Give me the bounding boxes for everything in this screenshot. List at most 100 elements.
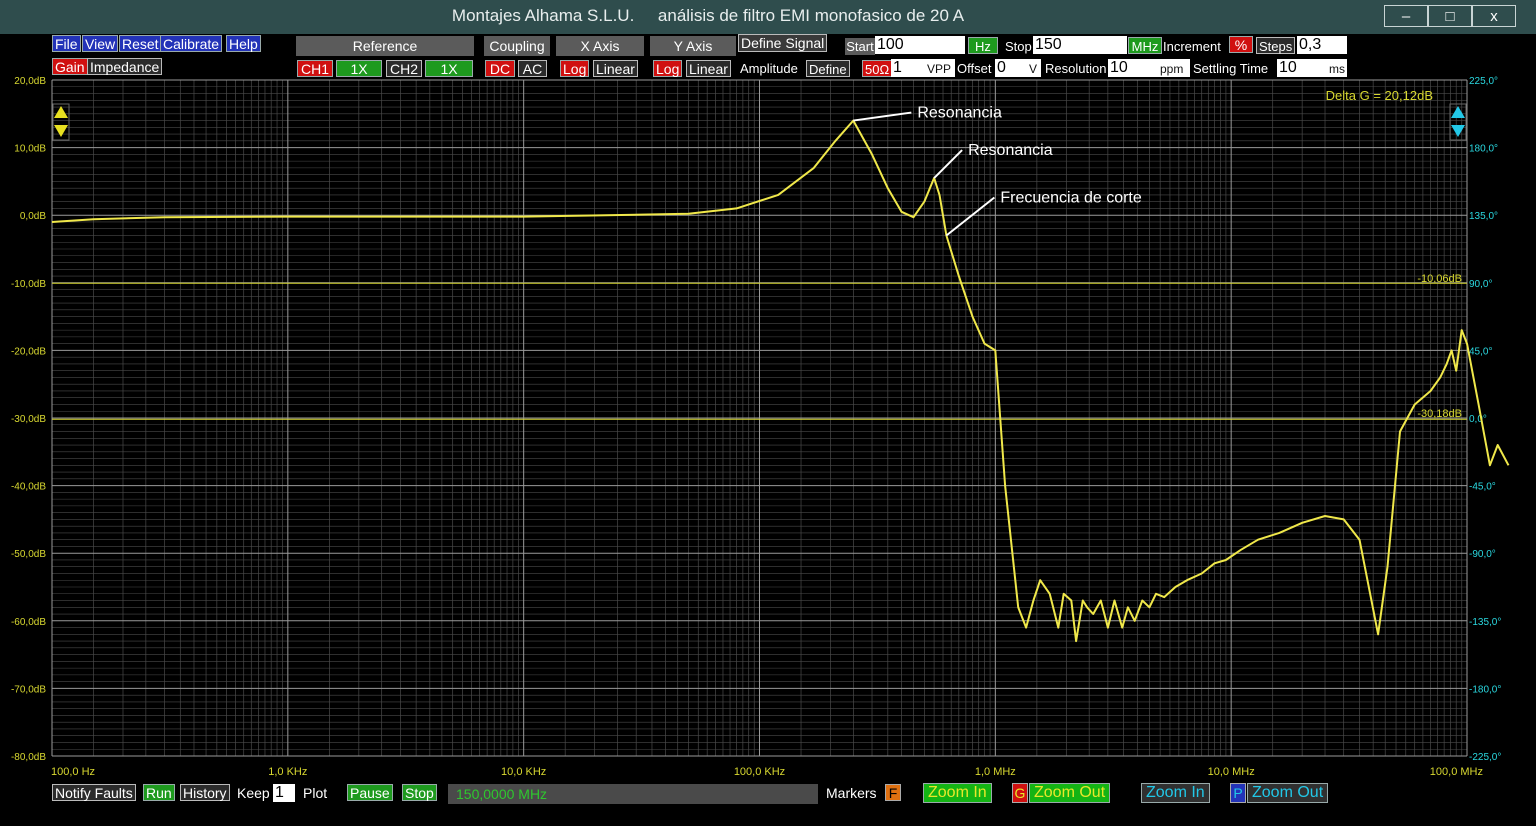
phase-tick-label: -90,0°: [1469, 549, 1496, 560]
x-axis-header: X Axis: [556, 36, 644, 56]
view-menu[interactable]: View: [82, 35, 119, 52]
run-button[interactable]: Run: [143, 784, 175, 801]
x-log-button[interactable]: Log: [560, 60, 590, 77]
phase-tick-label: 0,0°: [1469, 414, 1487, 425]
app-body: 20,0dB 10,0dB 0,0dB -10,0dB -20,0dB -30,0dB -4…: [0, 34, 1536, 826]
phase-zoom-out-button[interactable]: Zoom Out: [1247, 783, 1329, 803]
gain-tick-label: -70,0dB: [11, 684, 46, 695]
phase-tick-label: 90,0°: [1469, 279, 1492, 290]
close-button[interactable]: x: [1472, 5, 1516, 27]
help-menu[interactable]: Help: [226, 35, 261, 52]
gain-tick-label: 0,0dB: [20, 211, 46, 222]
frequency-tick-label: 100,0 Hz: [51, 766, 95, 778]
amplitude-define-button[interactable]: Define: [806, 60, 850, 77]
ch2-button[interactable]: CH2: [386, 60, 422, 77]
phase-zoom-toggle[interactable]: P: [1230, 783, 1246, 803]
start-label: Start: [845, 38, 875, 55]
current-frequency-readout: 150,0000 MHz: [448, 784, 818, 804]
vpp-unit: VPP: [927, 62, 952, 76]
frequency-tick-label: 10,0 KHz: [501, 766, 546, 778]
ch1-button[interactable]: CH1: [297, 60, 333, 77]
gain-tick-label: -50,0dB: [11, 549, 46, 560]
frequency-tick-label: 1,0 MHz: [975, 766, 1016, 778]
define-signal-button[interactable]: Define Signal: [738, 34, 828, 52]
offset-label: Offset: [957, 61, 992, 76]
gain-tick-label: -10,0dB: [11, 279, 46, 290]
y-linear-button[interactable]: Linear: [686, 60, 731, 77]
impedance-mode-button[interactable]: Impedance: [87, 58, 163, 75]
steps-button[interactable]: Steps: [1256, 37, 1296, 54]
increment-label: Increment: [1163, 39, 1221, 54]
annotation-label: Resonancia: [968, 142, 1053, 159]
gain-zoom-out-button[interactable]: Zoom Out: [1029, 783, 1111, 803]
offset-value: 0: [997, 59, 1006, 76]
ch1-probe-button[interactable]: 1X: [336, 60, 382, 77]
impedance-50ohm-button[interactable]: 50Ω: [862, 60, 893, 77]
marker-a-label: -10,06dB: [1417, 273, 1462, 285]
frequency-tick-label: 1,0 KHz: [268, 766, 307, 778]
gain-zoom-toggle[interactable]: G: [1012, 783, 1028, 803]
gain-tick-label: 10,0dB: [14, 144, 46, 155]
keep-label: Keep: [237, 785, 270, 801]
phase-tick-label: -225,0°: [1469, 752, 1501, 763]
gain-zoom-in-button[interactable]: Zoom In: [923, 783, 992, 803]
offset-input[interactable]: 0V: [995, 59, 1041, 77]
amplitude-value: 1: [893, 59, 902, 76]
phase-tick-label: 225,0°: [1469, 76, 1498, 87]
markers-label: Markers: [826, 785, 877, 801]
resolution-input[interactable]: 10 ppm: [1108, 59, 1190, 77]
plot-label: Plot: [303, 785, 328, 801]
history-button[interactable]: History: [180, 784, 230, 801]
resolution-unit: ppm: [1160, 62, 1184, 76]
start-unit-button[interactable]: Hz: [968, 37, 998, 54]
reset-menu[interactable]: Reset: [119, 35, 162, 52]
coupling-header: Coupling: [484, 36, 550, 56]
minimize-button[interactable]: –: [1384, 5, 1428, 27]
amplitude-label: Amplitude: [740, 61, 798, 76]
keep-input[interactable]: 1: [273, 784, 295, 802]
resolution-label: Resolution: [1045, 61, 1107, 76]
title-bar: Montajes Alhama S.L.U. análisis de filtr…: [0, 0, 1536, 35]
annotation-label: Frecuencia de corte: [1000, 189, 1142, 206]
pause-button[interactable]: Pause: [347, 784, 393, 801]
x-linear-button[interactable]: Linear: [593, 60, 638, 77]
offset-unit: V: [1029, 62, 1038, 76]
notify-faults-button[interactable]: Notify Faults: [52, 784, 136, 801]
gain-mode-button[interactable]: Gain: [52, 58, 88, 75]
file-menu[interactable]: File: [52, 35, 81, 52]
settling-time-label: Settling Time: [1193, 61, 1269, 76]
settling-time-input[interactable]: 10 ms: [1277, 59, 1347, 77]
y-log-button[interactable]: Log: [653, 60, 683, 77]
frequency-tick-label: 100,0 MHz: [1430, 766, 1483, 778]
calibrate-menu[interactable]: Calibrate: [160, 35, 223, 52]
y-axis-header: Y Axis: [650, 36, 736, 56]
delta-g-readout: Delta G = 20,12dB: [1326, 88, 1433, 103]
settling-unit: ms: [1329, 62, 1345, 76]
phase-tick-label: 45,0°: [1469, 346, 1492, 357]
stop-unit-button[interactable]: MHz: [1128, 37, 1162, 54]
gain-tick-label: 20,0dB: [14, 76, 46, 87]
ac-coupling-button[interactable]: AC: [518, 60, 547, 77]
markers-f-button[interactable]: F: [885, 784, 901, 801]
frequency-axis-labels: 100,0 Hz 1,0 KHz 10,0 KHz 100,0 KHz 1,0 MHz 1…: [51, 766, 1483, 778]
maximize-button[interactable]: □: [1428, 5, 1472, 27]
steps-input[interactable]: 0,3: [1297, 36, 1347, 54]
ch2-probe-button[interactable]: 1X: [425, 60, 473, 77]
increment-percent-button[interactable]: %: [1229, 36, 1253, 53]
dc-coupling-button[interactable]: DC: [485, 60, 515, 77]
frequency-tick-label: 100,0 KHz: [734, 766, 785, 778]
phase-tick-label: 180,0°: [1469, 144, 1498, 155]
stop-sweep-button[interactable]: Stop: [402, 784, 437, 801]
resolution-value: 10: [1110, 59, 1128, 76]
phase-tick-label: -135,0°: [1469, 617, 1501, 628]
gain-tick-label: -30,0dB: [11, 414, 46, 425]
annotation-label: Resonancia: [917, 105, 1002, 122]
start-input[interactable]: 100: [875, 36, 965, 54]
stop-input[interactable]: 150: [1033, 36, 1127, 54]
gain-axis-labels: 20,0dB 10,0dB 0,0dB -10,0dB -20,0dB -30,0dB -4…: [11, 76, 46, 763]
amplitude-input[interactable]: 1 VPP: [891, 59, 955, 77]
gain-tick-label: -60,0dB: [11, 617, 46, 628]
phase-zoom-in-button[interactable]: Zoom In: [1141, 783, 1210, 803]
gain-tick-label: -20,0dB: [11, 346, 46, 357]
marker-b-label: -30,18dB: [1417, 408, 1462, 420]
